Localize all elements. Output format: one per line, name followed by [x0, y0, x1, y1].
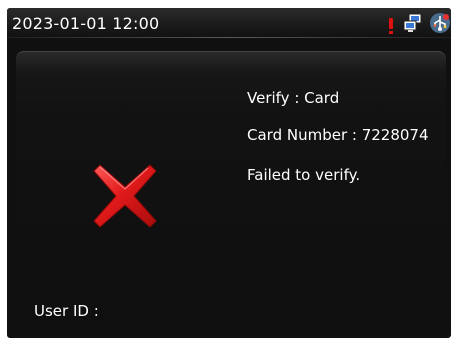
status-bar: 2023-01-01 12:00: [7, 8, 451, 38]
red-x-icon: [93, 164, 157, 228]
verify-result-text: Failed to verify.: [247, 166, 361, 184]
status-datetime: 2023-01-01 12:00: [12, 14, 160, 33]
card-number-text: Card Number : 7228074: [247, 126, 429, 144]
usb-icon: [430, 13, 450, 33]
device-screen: 2023-01-01 12:00 Verify: Card Card Numb…: [7, 8, 451, 338]
network-icon: [403, 13, 422, 32]
alert-icon: [389, 18, 393, 34]
verification-panel: Verify : Card Card Number : 7228074 Fail…: [16, 51, 446, 333]
status-icons: [381, 12, 451, 36]
user-id-label: User ID :: [34, 302, 99, 320]
verify-method-text: Verify : Card: [247, 89, 340, 107]
